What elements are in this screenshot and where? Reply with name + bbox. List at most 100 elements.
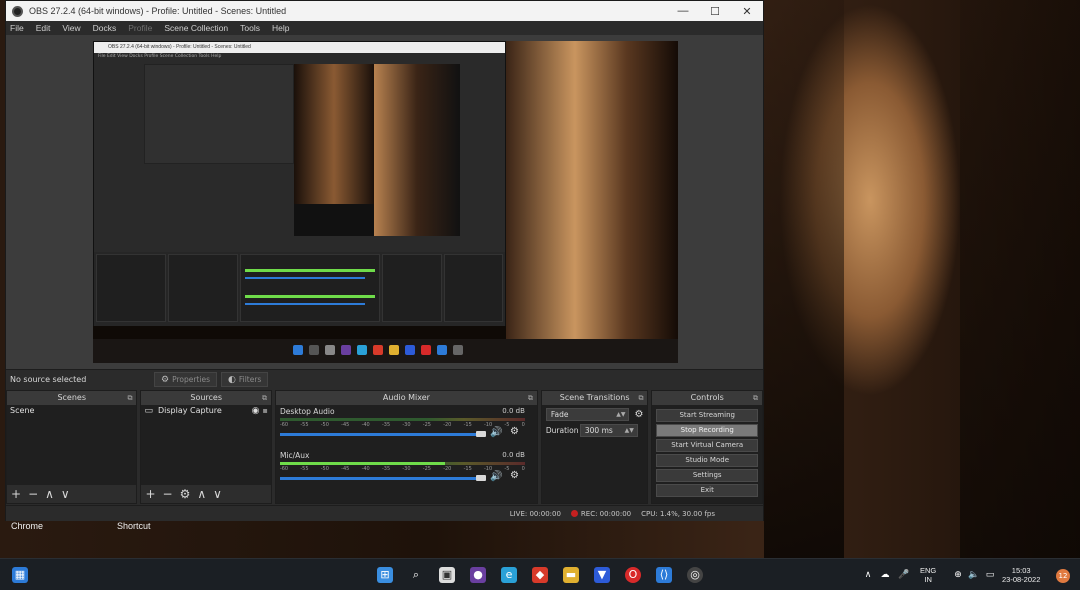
maximize-button[interactable]: ☐ (699, 5, 731, 18)
source-properties-gear-icon[interactable]: ⚙ (180, 487, 191, 501)
lang-region: IN (924, 575, 932, 584)
gear-icon[interactable]: ⚙ (510, 426, 519, 437)
menu-profile[interactable]: Profile (128, 23, 152, 33)
meter-ticks: -60 -55 -50 -45 -40 -35 -30 -25 -20 -15 -10 -5 0 (280, 466, 525, 472)
studio-mode-button[interactable]: Studio Mode (656, 454, 758, 467)
add-scene-icon[interactable]: + (11, 487, 21, 501)
monitor-icon: ▭ (144, 406, 153, 416)
obs-taskbar-icon[interactable]: ◎ (687, 567, 703, 583)
start-windows-icon[interactable]: ⊞ (377, 567, 393, 583)
minimize-button[interactable]: — (667, 5, 699, 17)
undock-icon[interactable]: ⧉ (753, 391, 758, 405)
meter-tick-label: -55 (300, 466, 309, 472)
sources-title: Sources (190, 393, 223, 402)
menu-view[interactable]: View (62, 23, 80, 33)
store-icon[interactable]: ▼ (594, 567, 610, 583)
desktop-icon-shortcut[interactable]: Shortcut (117, 521, 151, 531)
opera-icon[interactable]: O (625, 567, 641, 583)
scenes-title: Scenes (57, 393, 87, 402)
mixer-title: Audio Mixer (382, 393, 430, 402)
menu-file[interactable]: File (10, 23, 24, 33)
sources-dock: Sources ⧉ ▭ Display Capture ◉ ▪ + − ⚙ ∧ … (140, 390, 272, 504)
volume-icon[interactable]: 🔈 (966, 567, 982, 583)
live-status: LIVE: 00:00:00 (509, 509, 561, 518)
mixer-header: Audio Mixer ⧉ (275, 391, 537, 405)
start-virtual-camera-button[interactable]: Start Virtual Camera (656, 439, 758, 452)
properties-button[interactable]: ⚙ Properties (154, 372, 217, 387)
controls-body: Start Streaming Stop Recording Start Vir… (652, 405, 762, 503)
remove-source-icon[interactable]: − (163, 487, 173, 501)
clock[interactable]: 15:03 23-08-2022 (1002, 566, 1040, 584)
volume-slider[interactable] (279, 477, 485, 480)
vscode-icon[interactable]: ⟨⟩ (656, 567, 672, 583)
scene-item[interactable]: Scene (7, 405, 136, 417)
title-bar: OBS 27.2.4 (64-bit windows) - Profile: U… (6, 1, 763, 21)
settings-button[interactable]: Settings (656, 469, 758, 482)
move-down-icon[interactable]: ∨ (213, 487, 222, 501)
scenes-list: Scene (7, 405, 137, 485)
start-streaming-button[interactable]: Start Streaming (656, 409, 758, 422)
battery-icon[interactable]: ▭ (982, 567, 998, 583)
menu-scene-collection[interactable]: Scene Collection (164, 23, 228, 33)
move-up-icon[interactable]: ∧ (197, 487, 206, 501)
filters-button[interactable]: ◐ Filters (220, 372, 269, 387)
menu-docks[interactable]: Docks (93, 23, 117, 33)
task-view-icon[interactable]: ▦ (12, 567, 28, 583)
chevron-up-icon[interactable]: ∧ (860, 567, 876, 583)
undock-icon[interactable]: ⧉ (262, 391, 267, 405)
move-up-icon[interactable]: ∧ (45, 487, 54, 501)
chat-icon[interactable]: ● (470, 567, 486, 583)
cloud-icon[interactable]: ☁ (877, 567, 893, 583)
undock-icon[interactable]: ⧉ (127, 391, 132, 405)
undock-icon[interactable]: ⧉ (528, 391, 533, 405)
transition-select[interactable]: Fade ▲▼ (545, 408, 630, 421)
mixer-channel-mic-aux: Mic/Aux 0.0 dB -60 -55 -50 -45 -40 -35 -30 -25-… (276, 449, 537, 493)
gear-icon[interactable]: ⚙ (510, 470, 519, 481)
menu-help[interactable]: Help (272, 23, 289, 33)
transition-gear-icon[interactable]: ⚙ (634, 409, 643, 420)
menu-edit[interactable]: Edit (36, 23, 51, 33)
remove-scene-icon[interactable]: − (28, 487, 38, 501)
move-down-icon[interactable]: ∨ (61, 487, 70, 501)
exit-button[interactable]: Exit (656, 484, 758, 497)
notification-badge[interactable]: 12 (1056, 569, 1070, 583)
volume-knob[interactable] (475, 431, 486, 437)
speaker-icon[interactable]: 🔊 (490, 427, 502, 438)
sources-footer: + − ⚙ ∧ ∨ (141, 485, 271, 503)
edge-icon[interactable]: e (501, 567, 517, 583)
microphone-icon[interactable]: 🎤 (896, 567, 912, 583)
globe-icon[interactable]: ⊕ (950, 567, 966, 583)
controls-dock: Controls ⧉ Start Streaming Stop Recordin… (651, 390, 763, 504)
app-red-icon[interactable]: ◆ (532, 567, 548, 583)
lock-icon[interactable]: ▪ (263, 405, 268, 417)
scenes-footer: + − ∧ ∨ (7, 485, 137, 503)
add-source-icon[interactable]: + (145, 487, 155, 501)
transitions-body: Fade ▲▼ ⚙ Duration 300 ms ▲▼ (541, 405, 648, 503)
close-button[interactable]: ✕ (731, 5, 763, 18)
properties-label: Properties (172, 375, 210, 384)
menu-tools[interactable]: Tools (240, 23, 260, 33)
meter-tick-label: -35 (381, 466, 391, 472)
gear-icon: ⚙ (161, 374, 170, 385)
search-icon[interactable]: ⌕ (408, 567, 424, 583)
channel-db: 0.0 dB (502, 451, 525, 459)
controls-title: Controls (690, 393, 724, 402)
dock-area: Scenes ⧉ Scene + − ∧ ∨ Sources ⧉ ▭ Displ… (6, 390, 763, 504)
volume-slider[interactable] (279, 433, 485, 436)
channel-name: Mic/Aux (279, 451, 310, 460)
undock-icon[interactable]: ⧉ (638, 391, 643, 405)
folder-icon[interactable]: ▬ (563, 567, 579, 583)
meter-tick-label: -15 (463, 466, 472, 472)
visibility-eye-icon[interactable]: ◉ (252, 405, 260, 417)
stop-recording-button[interactable]: Stop Recording (656, 424, 758, 437)
language-indicator[interactable]: ENG IN (920, 566, 936, 584)
duration-spinbox[interactable]: 300 ms ▲▼ (579, 424, 638, 437)
preview-area: OBS 27.2.4 (64-bit windows) - Profile: U… (6, 35, 763, 369)
source-item[interactable]: ▭ Display Capture ◉ ▪ (141, 405, 270, 417)
meter-tick-label: -45 (341, 422, 350, 428)
desktop-icon-chrome[interactable]: Chrome (11, 521, 43, 531)
file-explorer-taskview-icon[interactable]: ▣ (439, 567, 455, 583)
volume-knob[interactable] (475, 475, 486, 481)
speaker-icon[interactable]: 🔊 (490, 471, 502, 482)
preview-canvas[interactable]: OBS 27.2.4 (64-bit windows) - Profile: U… (93, 41, 678, 363)
